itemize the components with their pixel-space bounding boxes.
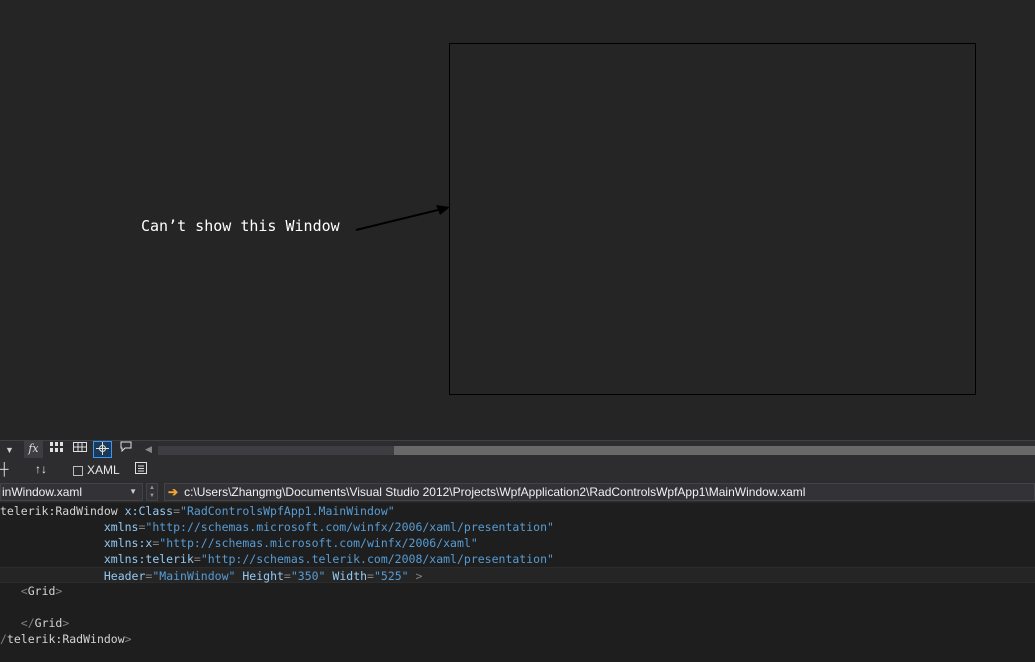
scrollbar-thumb[interactable] [394,446,1035,455]
scroll-left-icon[interactable]: ◀ [145,444,152,455]
design-surface[interactable]: Can’t show this Window [0,0,1035,440]
code-line-current: Header="MainWindow" Height="350" Width="… [0,567,1035,583]
grid-toggle-button[interactable] [47,441,66,458]
split-view-toolbar: ┼ ↑↓ XAML [0,460,1035,482]
file-path-field[interactable]: ➔ c:\Users\Zhangmg\Documents\Visual Studi… [164,483,1035,501]
file-selector-value: inWindow.xaml [2,485,83,499]
code-line: xmlns="http://schemas.microsoft.com/winf… [103,520,554,534]
pane-toggle-icon [135,462,147,474]
split-spinner[interactable]: ▲ ▼ [146,483,158,501]
code-line: /telerik:RadWindow> [0,632,132,646]
snap-to-grid-button[interactable] [70,441,89,458]
snapline-icon [96,442,109,455]
code-line: xmlns:x="http://schemas.microsoft.com/wi… [103,536,478,550]
tab-xaml[interactable]: XAML [73,463,120,477]
comment-icon [120,441,131,453]
collapse-pane-button[interactable] [135,462,147,477]
fx-icon: fx [28,442,39,455]
annotation-button[interactable] [116,441,135,458]
xaml-tab-label: XAML [87,463,120,477]
snap-grid-icon [72,442,87,452]
code-line: telerik:RadWindow x:Class="RadControlsWp… [0,504,395,518]
file-path-text: c:\Users\Zhangmg\Documents\Visual Studio… [184,485,806,499]
code-line: xmlns:telerik="http://schemas.telerik.co… [103,552,554,566]
horizontal-scrollbar[interactable] [158,446,1035,455]
designer-toolbar: ▼ fx ◀ [0,440,1035,460]
grid-icon [50,442,63,452]
zoom-dropdown-icon[interactable]: ▼ [5,445,14,455]
chevron-down-icon: ▼ [129,487,137,496]
path-bar: inWindow.xaml ▼ ▲ ▼ ➔ c:\Users\Zhangmg\Doc… [0,482,1035,502]
annotation-text: Can’t show this Window [141,217,340,235]
radwindow-preview-frame[interactable] [449,43,976,395]
xaml-code-editor[interactable]: telerik:RadWindow x:Class="RadControlsWp… [0,503,1035,662]
code-line: </Grid> [20,616,70,630]
swap-panes-button[interactable]: ↑↓ [35,462,47,476]
annotation-arrow [355,205,450,231]
navigate-arrow-icon: ➔ [168,485,179,499]
file-selector-dropdown[interactable]: inWindow.xaml ▼ [0,483,143,501]
formula-button[interactable]: fx [24,441,43,458]
snap-to-snaplines-button[interactable] [93,441,112,458]
xaml-tab-icon [73,465,83,476]
code-line: <Grid> [20,584,63,598]
split-pane-icon[interactable]: ┼ [0,462,9,476]
